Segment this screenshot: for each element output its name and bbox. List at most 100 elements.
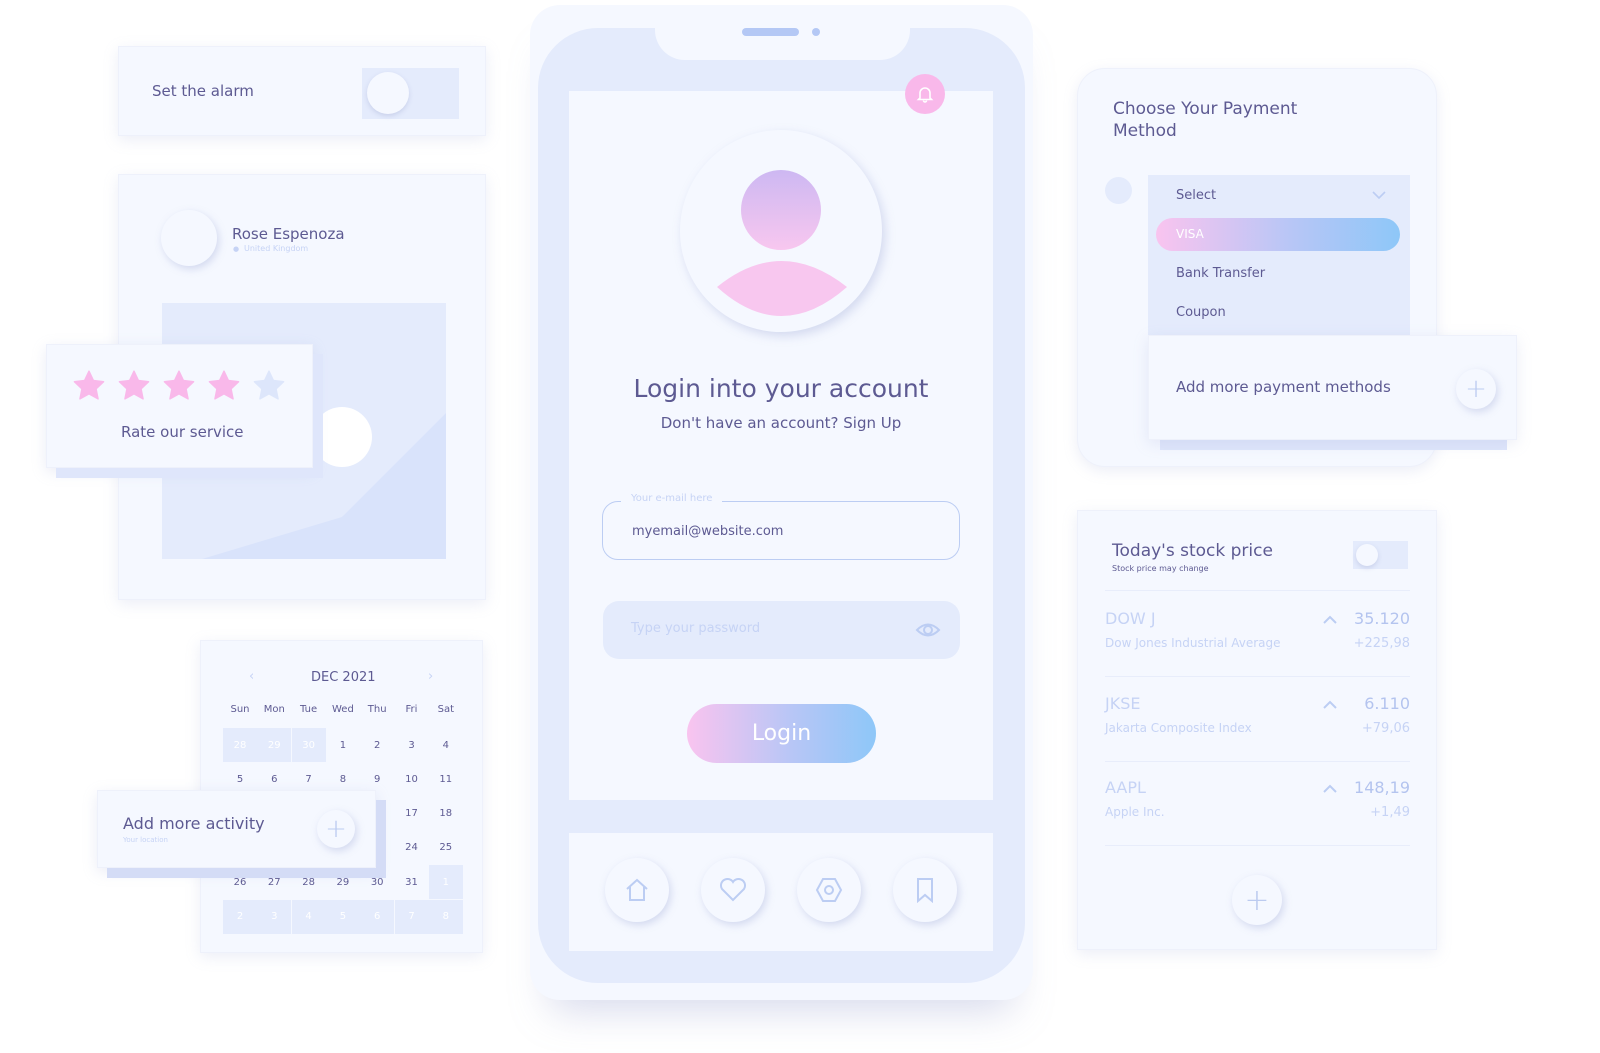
- option-coupon[interactable]: Coupon: [1176, 305, 1226, 320]
- calendar-day[interactable]: 17: [395, 797, 429, 831]
- password-placeholder: Type your password: [631, 621, 761, 636]
- star-icon[interactable]: [117, 369, 151, 403]
- settings-icon: [815, 878, 843, 902]
- radio-button[interactable]: [1105, 177, 1132, 204]
- star-icon[interactable]: [72, 369, 106, 403]
- star-icon[interactable]: [207, 369, 241, 403]
- payment-title-line1: Choose Your Payment: [1113, 99, 1298, 119]
- calendar-day[interactable]: 2: [223, 899, 257, 934]
- option-visa[interactable]: VISA: [1156, 218, 1400, 251]
- calendar-day[interactable]: 31: [395, 865, 429, 899]
- weekday-label: Wed: [331, 704, 354, 715]
- add-payment-label: Add more payment methods: [1176, 378, 1391, 396]
- nav-settings[interactable]: [797, 858, 861, 922]
- alarm-toggle[interactable]: [362, 68, 459, 119]
- stock-ticker: AAPL: [1105, 778, 1146, 797]
- option-bank-transfer[interactable]: Bank Transfer: [1176, 266, 1265, 281]
- calendar-day[interactable]: 5: [325, 899, 360, 934]
- calendar-day[interactable]: 28: [292, 865, 326, 899]
- add-stock-button[interactable]: +: [1232, 875, 1282, 925]
- login-title: Login into your account: [633, 374, 929, 403]
- calendar-day[interactable]: 3: [257, 899, 292, 934]
- calendar-day[interactable]: 26: [223, 865, 257, 899]
- alarm-card: Set the alarm: [118, 46, 486, 136]
- calendar-day[interactable]: 25: [429, 831, 463, 865]
- stock-price: 6.110: [1364, 693, 1410, 713]
- calendar-day[interactable]: 7: [394, 899, 429, 934]
- select-label: Select: [1176, 188, 1217, 203]
- signup-link[interactable]: Don't have an account? Sign Up: [569, 414, 993, 432]
- calendar-day[interactable]: 11: [429, 762, 463, 796]
- eye-icon[interactable]: [915, 621, 941, 639]
- nav-home[interactable]: [605, 858, 669, 922]
- alarm-label: Set the alarm: [152, 82, 254, 100]
- login-button-label: Login: [751, 721, 812, 746]
- prev-month-button[interactable]: ‹: [249, 669, 254, 684]
- calendar-day[interactable]: 28: [223, 728, 257, 762]
- calendar-day[interactable]: 8: [428, 899, 463, 934]
- user-icon: [717, 170, 847, 316]
- notification-button[interactable]: [905, 74, 945, 114]
- calendar-day[interactable]: 10: [395, 762, 429, 796]
- calendar-day[interactable]: 2: [360, 728, 394, 762]
- weekday-label: Sat: [437, 704, 454, 715]
- plus-icon: +: [1465, 374, 1487, 404]
- nav-bookmarks[interactable]: [893, 858, 957, 922]
- calendar-day[interactable]: 29: [326, 865, 360, 899]
- stock-name: Jakarta Composite Index: [1105, 720, 1252, 735]
- calendar-day[interactable]: 1: [326, 728, 360, 762]
- email-label: Your e-mail here: [621, 493, 723, 504]
- email-field[interactable]: Your e-mail here myemail@website.com: [602, 493, 960, 560]
- add-activity-button[interactable]: +: [317, 810, 355, 848]
- calendar-day[interactable]: 6: [360, 899, 395, 934]
- next-month-button[interactable]: ›: [428, 669, 433, 684]
- add-payment-card[interactable]: Add more payment methods +: [1148, 335, 1517, 440]
- stock-change: +225,98: [1353, 636, 1410, 651]
- calendar-day[interactable]: 29: [257, 728, 292, 762]
- weekday-label: Thu: [367, 704, 387, 715]
- stock-ticker: JKSE: [1105, 693, 1141, 713]
- calendar-day[interactable]: 4: [291, 899, 326, 934]
- stock-title: Today's stock price: [1112, 541, 1273, 561]
- email-value: myemail@website.com: [632, 524, 784, 539]
- stock-toggle[interactable]: [1353, 541, 1408, 569]
- calendar-day[interactable]: 24: [395, 831, 429, 865]
- chevron-up-icon: [1323, 784, 1337, 793]
- chevron-down-icon: [1372, 191, 1386, 200]
- calendar-day[interactable]: 3: [395, 728, 429, 762]
- add-activity-card[interactable]: Add more activity Your location +: [97, 790, 376, 868]
- home-icon: [626, 878, 648, 901]
- add-payment-button[interactable]: +: [1456, 369, 1496, 409]
- calendar-day[interactable]: 27: [257, 865, 291, 899]
- star-rating[interactable]: [72, 369, 286, 403]
- calendar-day[interactable]: 30: [360, 865, 394, 899]
- activity-title: Add more activity: [123, 814, 265, 833]
- weekday-label: Sun: [230, 704, 250, 715]
- password-field[interactable]: Type your password: [603, 601, 960, 659]
- activity-subtitle: Your location: [123, 836, 168, 844]
- avatar[interactable]: [161, 210, 217, 266]
- calendar-day[interactable]: 1: [428, 865, 463, 900]
- stock-row[interactable]: AAPL Apple Inc. 148,19 +1,49: [1105, 776, 1410, 846]
- star-icon[interactable]: [162, 369, 196, 403]
- stock-ticker: DOW J: [1105, 609, 1156, 628]
- payment-dropdown[interactable]: Select VISA Bank Transfer Coupon: [1148, 175, 1410, 340]
- plus-icon: +: [1244, 882, 1270, 918]
- calendar-day[interactable]: 30: [291, 728, 326, 762]
- stock-name: Dow Jones Industrial Average: [1105, 636, 1281, 650]
- calendar-day[interactable]: 4: [429, 728, 463, 762]
- stock-row[interactable]: DOW J Dow Jones Industrial Average 35.12…: [1105, 607, 1410, 677]
- profile-name: Rose Espenoza: [232, 225, 345, 243]
- chevron-up-icon: [1323, 700, 1337, 709]
- stock-row[interactable]: JKSE Jakarta Composite Index 6.110 +79,0…: [1105, 692, 1410, 762]
- calendar-day[interactable]: 18: [429, 797, 463, 831]
- nav-favorites[interactable]: [701, 858, 765, 922]
- plus-icon: +: [325, 814, 347, 844]
- star-icon[interactable]: [252, 369, 286, 403]
- stock-price: 148,19: [1354, 778, 1410, 797]
- profile-location: United Kingdom: [244, 244, 309, 253]
- stock-price: 35.120: [1354, 609, 1410, 628]
- weekday-label: Fri: [405, 704, 418, 715]
- weekday-label: Tue: [300, 704, 318, 715]
- login-button[interactable]: Login: [687, 704, 876, 763]
